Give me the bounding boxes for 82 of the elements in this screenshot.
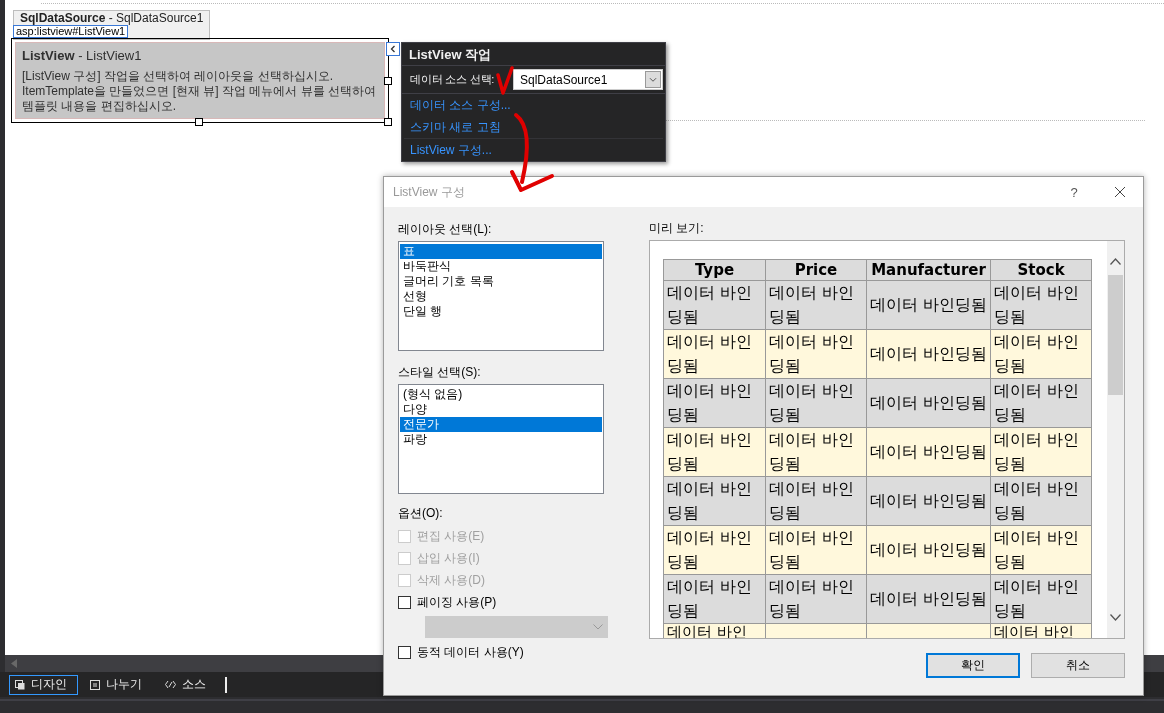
code-icon [165, 680, 176, 689]
list-item[interactable]: 다양 [400, 402, 602, 417]
table-cell: 데이터 바인딩됨 [765, 525, 867, 575]
instruction-text: [ListView 구성] 작업을 선택하여 레이아웃을 선택하십시오. ItemTemplate을 만들었으면 [현재 뷰] 작업 메뉴에서 뷰를 선택하여 템플릿 내용을 편집하십시오. [22, 69, 378, 114]
data-source-control[interactable]: SqlDataSource - SqlDataSource1 asp:listview#ListView1 [13, 10, 211, 40]
chevron-left-icon[interactable] [386, 42, 400, 56]
list-box[interactable]: (형식 없음) 다양 전문가 파랑 [398, 384, 604, 494]
task-link[interactable]: ListView 구성... [402, 139, 500, 161]
checkbox[interactable]: 동적 데이터 사용(Y) [398, 641, 524, 663]
view-tab[interactable]: 나누기 [84, 674, 153, 695]
annotation-check-mark [495, 66, 515, 96]
column-header: Manufacturer [866, 259, 991, 281]
section-label: 옵션(O): [398, 506, 443, 521]
table-cell: 데이터 바인딩됨 [663, 574, 766, 624]
table-cell: 데이터 바인딩됨 [866, 525, 991, 575]
close-icon [1115, 187, 1125, 197]
resize-handle[interactable] [195, 118, 203, 126]
resize-handle[interactable] [384, 118, 392, 126]
table-cell: 데이터 바인딩됨 [990, 280, 1092, 330]
control-title: ListView - ListView1 [22, 47, 143, 64]
table-cell: 데이터 바인딩됨 [866, 574, 991, 624]
dialog-title: ListView 구성 [393, 183, 466, 201]
task-link[interactable]: 스키마 새로 고침 [402, 116, 509, 138]
table-cell: 데이터 바인딩됨 [663, 427, 766, 477]
list-label: 레이아웃 선택(L): [398, 222, 492, 237]
table-cell: 데이터 바인딩됨 [990, 329, 1092, 379]
column-header: Stock [990, 259, 1092, 281]
table-cell: 데이터 바인딩됨 [990, 525, 1092, 575]
table-cell: 데이터 바인딩됨 [765, 476, 867, 526]
scroll-up-icon[interactable] [1110, 258, 1121, 265]
column-header: Price [765, 259, 867, 281]
panel-title: ListView 작업 [408, 46, 493, 64]
table-cell: 데이터 바인딩됨 [990, 574, 1092, 624]
selection-frame[interactable]: ListView - ListView1 [ListView 구성] 작업을 선택하여 레이아웃을 선택하십시오. ItemTemplate을 만들었으면 [현재 뷰] 작업 메뉴에서 뷰를 선택하여 템플릿 내용을 편집하십시오. [11, 38, 389, 123]
table-cell: 데이터 바인딩됨 [765, 574, 867, 624]
preview-label: 미리 보기: [649, 221, 704, 236]
table-cell: 데이터 바인딩됨 [663, 476, 766, 526]
scroll-down-icon[interactable] [1110, 614, 1121, 621]
chevron-down-icon [593, 624, 603, 630]
list-item[interactable]: (형식 없음) [400, 387, 602, 402]
field-label: 데이터 소스 선택: [410, 72, 495, 87]
dialog-button[interactable]: 확인 [926, 653, 1020, 678]
list-label: 스타일 선택(S): [398, 365, 481, 380]
checkbox[interactable]: 페이징 사용(P) [398, 591, 497, 613]
table-cell: 데이터 바인딩됨 [990, 378, 1092, 428]
table-cell: 데이터 바인딩됨 [663, 525, 766, 575]
list-item[interactable]: 파랑 [400, 432, 602, 447]
list-item[interactable]: 선형 [400, 289, 602, 304]
table-cell: 데이터 바인딩됨 [866, 280, 991, 330]
resize-handle[interactable] [384, 77, 392, 85]
element-tag: asp:listview#ListView1 [13, 25, 129, 38]
table-cell: 데이터 바인딩됨 [990, 427, 1092, 477]
list-box[interactable]: 표 바둑판식 글머리 기호 목록 선형 단일 행 [398, 241, 604, 351]
list-item[interactable]: 단일 행 [400, 304, 602, 319]
column-header: Type [663, 259, 766, 281]
list-item[interactable]: 표 [400, 244, 602, 259]
dialog-button[interactable]: 취소 [1031, 653, 1125, 678]
control-title: SqlDataSource - SqlDataSource1 [19, 11, 205, 25]
table-cell: 데이터 바인딩됨 [866, 329, 991, 379]
table-cell: 데이터 바인딩됨 [663, 329, 766, 379]
table-cell: 데이터 바인딩됨 [765, 329, 867, 379]
task-link[interactable]: 데이터 소스 구성... [402, 94, 519, 116]
table-cell: 데이터 바인딩됨 [765, 280, 867, 330]
split-view-icon [90, 679, 100, 690]
text-cursor [225, 676, 227, 693]
table-cell: 데이터 바인딩됨 [866, 378, 991, 428]
table-cell: 데이터 바인딩됨 [990, 476, 1092, 526]
view-tab[interactable]: 소스 [159, 674, 217, 695]
list-item[interactable]: 글머리 기호 목록 [400, 274, 602, 289]
table-cell: 데이터 바인딩됨 [663, 280, 766, 330]
table-cell: 데이터 바인딩됨 [866, 427, 991, 477]
scrollbar-thumb[interactable] [1108, 275, 1123, 395]
table-cell: 데이터 바인딩됨 [866, 476, 991, 526]
table-cell: 데이터 바인딩됨 [765, 427, 867, 477]
list-item[interactable]: 전문가 [400, 417, 602, 432]
design-view-icon [15, 679, 25, 690]
data-source-dropdown[interactable]: SqlDataSource1 [513, 69, 663, 90]
table-cell: 데이터 바인딩됨 [765, 378, 867, 428]
view-tab[interactable]: 디자인 [9, 674, 78, 695]
table-cell: 데이터 바인딩됨 [663, 378, 766, 428]
help-button[interactable]: ? [1051, 184, 1097, 200]
list-item[interactable]: 바둑판식 [400, 259, 602, 274]
